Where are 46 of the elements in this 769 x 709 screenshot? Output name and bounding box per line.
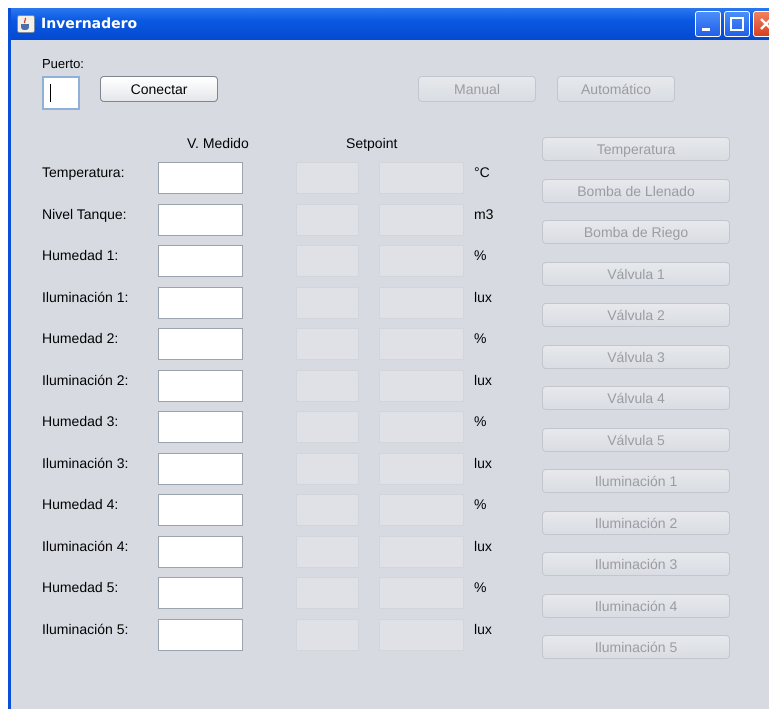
port-label: Puerto:	[42, 56, 85, 73]
minimize-button[interactable]	[695, 11, 721, 37]
unit-label: lux	[474, 454, 492, 470]
measured-field[interactable]	[158, 245, 243, 277]
measured-field[interactable]	[158, 370, 243, 402]
row-label: Temperatura:	[42, 163, 126, 180]
unit-label: %	[474, 329, 486, 346]
unit-label: m3	[474, 204, 494, 222]
measured-field[interactable]	[158, 452, 243, 484]
unit-label: lux	[474, 536, 492, 554]
measured-field[interactable]	[158, 204, 243, 236]
port-field[interactable]	[42, 76, 80, 110]
row-label: Humedad 1:	[42, 246, 120, 263]
row-label: Humedad 4:	[42, 495, 120, 512]
unit-label: %	[474, 246, 486, 263]
measured-field[interactable]	[158, 328, 243, 360]
row-label: Iluminación 3:	[42, 454, 130, 470]
measured-field[interactable]	[158, 162, 243, 194]
unit-label: %	[474, 495, 486, 512]
measured-field[interactable]	[158, 494, 243, 526]
row-label: Humedad 2:	[42, 329, 120, 346]
measured-field[interactable]	[158, 286, 243, 318]
row-label: Nivel Tanque:	[42, 204, 128, 222]
column-header: V. Medido	[187, 135, 249, 151]
row-label: Iluminación 1:	[42, 288, 130, 304]
cup-icon	[17, 15, 35, 33]
unit-label: lux	[474, 370, 492, 388]
unit-label: %	[474, 412, 486, 429]
unit-label: lux	[474, 620, 492, 636]
column-header: Setpoint	[346, 135, 398, 151]
row-label: Iluminación 5:	[42, 620, 130, 636]
row-label: Humedad 5:	[42, 578, 120, 595]
maximize-button[interactable]	[724, 11, 750, 37]
row-label: Iluminación 4:	[42, 536, 130, 554]
measured-field[interactable]	[158, 618, 243, 650]
measured-field[interactable]	[158, 536, 243, 568]
window-title: Invernadero	[41, 16, 138, 32]
measured-field[interactable]	[158, 411, 243, 443]
row-label: Iluminación 2:	[42, 370, 130, 388]
measured-field[interactable]	[158, 577, 243, 609]
toolbar-button[interactable]: Conectar	[100, 76, 218, 102]
minimize-icon	[702, 28, 710, 30]
unit-label: °C	[474, 163, 490, 180]
row-label: Humedad 3:	[42, 412, 120, 429]
unit-label: lux	[474, 288, 492, 304]
unit-label: %	[474, 578, 486, 595]
